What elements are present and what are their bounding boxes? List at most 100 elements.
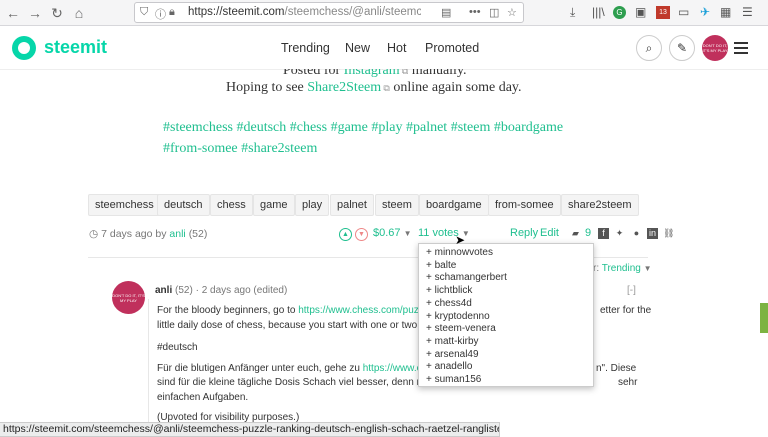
voter-item[interactable]: + balte [426,260,593,273]
tag-play[interactable]: play [295,194,330,216]
browser-toolbar: ← → ↻ ⌂ ⛉ ⓘ 🔒︎ https://steemit.com/steem… [0,0,768,26]
scroll-indicator[interactable] [760,303,768,333]
voter-item[interactable]: + steem-venera [426,323,593,336]
caret-down-icon: ▼ [643,264,652,273]
nav-trending[interactable]: Trending [281,41,330,55]
comment-p1-tail: etter for the [600,305,652,316]
upvote-icon[interactable]: ▲ [339,228,352,241]
home-icon[interactable]: ⌂ [70,4,88,22]
url-text[interactable]: https://steemit.com/steemchess/@anli/ste… [188,6,421,18]
voter-item[interactable]: + kryptodenno [426,311,593,324]
comment-p2-line2: sind für die kleine tägliche Dosis Schac… [157,377,445,388]
search-icon[interactable]: ⌕ [636,35,662,61]
comment-p2-tail: n". Diese [596,363,637,374]
voter-item[interactable]: + lichtblick [426,285,593,298]
clock-icon: ◷ [89,228,99,240]
page-actions-icon[interactable]: ••• [469,6,481,18]
comment-time[interactable]: 2 days ago [202,285,251,296]
comment-meta: anli (52) · 2 days ago (edited) [155,285,288,296]
twitter-icon[interactable]: ✦ [614,228,625,239]
voter-item[interactable]: + suman156 [426,374,593,387]
sidebar-icon[interactable]: ▦ [720,5,731,19]
comments-count[interactable]: 9 [585,227,591,239]
comment-p2: Für die blutigen Anfänger unter euch, ge… [157,363,443,374]
comment-hashtag[interactable]: #deutsch [157,342,198,353]
reddit-icon[interactable]: ● [631,228,642,239]
linkedin-icon[interactable]: in [647,228,658,239]
logo-text[interactable]: steemit [44,37,107,58]
comment-edited: (edited) [253,285,288,296]
pocket-icon[interactable]: ◫ [489,6,499,19]
tag-palnet[interactable]: palnet [330,194,374,216]
site-header: steemit Trending New Hot Promoted ⌕ ✎ DO… [0,27,768,70]
comment-rep: (52) [175,285,193,296]
voter-item[interactable]: + schamangerbert [426,272,593,285]
edit-link[interactable]: Edit [540,227,559,239]
user-avatar[interactable]: DON'T DO IT, IT'S MY PLAY [702,35,728,61]
library-icon[interactable]: |||\ [592,5,605,19]
back-icon[interactable]: ← [4,4,22,22]
sort-control[interactable]: r: Trending ▼ [593,263,652,274]
comment-author[interactable]: anli [155,285,172,296]
lock-icon: 🔒︎ [169,6,175,18]
downvote-icon[interactable]: ▼ [355,228,368,241]
voter-item[interactable]: + matt-kirby [426,336,593,349]
nav-hot[interactable]: Hot [387,41,406,55]
collapse-button[interactable]: [-] [627,285,636,296]
comment-p1: For the bloody beginners, go to https://… [157,305,437,316]
tag-steemchess[interactable]: steemchess [88,194,161,216]
mouse-cursor-icon: ➤ [455,233,466,247]
extension-green-icon[interactable]: G [613,6,626,19]
hashtag-list[interactable]: #steemchess #deutsch #chess #game #play … [163,117,593,159]
permalink-icon[interactable]: ⛓ [663,228,674,239]
tag-deutsch[interactable]: deutsch [157,194,210,216]
post-time[interactable]: 7 days ago by [101,228,166,240]
shield-icon[interactable]: ⛉ [140,6,148,19]
comment-p2-tail2: sehr [618,377,638,388]
payout-value[interactable]: $0.67 ▼ [373,227,412,239]
downloads-icon[interactable]: ⤓ [570,5,575,20]
forward-icon[interactable]: → [26,4,44,22]
bookmark-star-icon[interactable]: ☆ [507,6,517,19]
badge-icon[interactable]: 13 [656,6,670,19]
reload-icon[interactable]: ↻ [48,4,66,22]
comments-icon[interactable]: ▰ [570,228,581,239]
hamburger-icon[interactable] [734,42,748,54]
menu-icon[interactable]: ☰ [742,5,753,19]
steemit-logo-icon[interactable] [12,36,36,60]
nav-new[interactable]: New [345,41,370,55]
post-meta: ◷ 7 days ago by anli (52) [89,228,207,240]
tag-game[interactable]: game [253,194,295,216]
post-author[interactable]: anli [169,228,185,240]
comment-p1-line2: little daily dose of chess, because you … [157,320,439,331]
post-line-share2steem: Hoping to see Share2Steem ⧉ online again… [226,80,522,95]
pencil-icon[interactable]: ✎ [669,35,695,61]
screenshot-icon[interactable]: ▭ [678,5,689,19]
tag-chess[interactable]: chess [210,194,253,216]
external-link-icon: ⧉ [381,83,390,93]
comment-avatar[interactable]: DON'T DO IT, IT'S MY PLAY [112,281,145,314]
comment-p2-line3: einfachen Aufgaben. [157,392,249,403]
hashtags-line[interactable]: #from-somee #share2steem [163,138,593,159]
voter-item[interactable]: + minnowvotes [426,247,593,260]
reply-link[interactable]: Reply [510,227,538,239]
tag-from-somee[interactable]: from-somee [488,194,561,216]
extension-icon[interactable]: ▣ [635,5,646,19]
chess-puzzles-link[interactable]: https://www.chess.com/puzzles [298,305,436,316]
share2steem-link[interactable]: Share2Steem [307,80,381,95]
steemit-extension-icon[interactable]: ✈ [700,5,710,19]
facebook-icon[interactable]: f [598,228,609,239]
info-icon[interactable]: ⓘ [155,6,166,22]
tag-share2steem[interactable]: share2steem [561,194,639,216]
status-bar-url: https://steemit.com/steemchess/@anli/ste… [0,422,500,437]
voter-item[interactable]: + anadello [426,361,593,374]
hashtags-line[interactable]: #steemchess #deutsch #chess #game #play … [163,117,593,138]
reader-view-icon[interactable]: ▤ [441,6,451,19]
nav-promoted[interactable]: Promoted [425,41,479,55]
address-bar[interactable]: ⛉ ⓘ 🔒︎ https://steemit.com/steemchess/@a… [134,2,524,23]
voter-item[interactable]: + chess4d [426,298,593,311]
voter-item[interactable]: + arsenal49 [426,349,593,362]
tag-steem[interactable]: steem [375,194,419,216]
tag-boardgame[interactable]: boardgame [419,194,489,216]
caret-down-icon: ▼ [403,229,412,238]
